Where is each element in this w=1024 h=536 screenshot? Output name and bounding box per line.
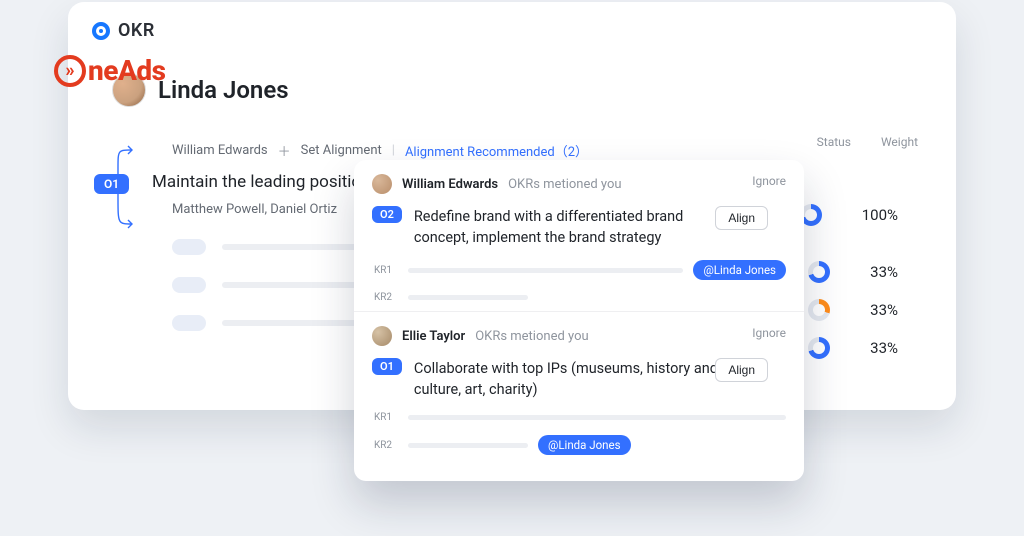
objective-pill: O2 bbox=[372, 206, 402, 223]
rec-user[interactable]: William Edwards bbox=[402, 177, 498, 192]
status-donut-icon[interactable] bbox=[808, 337, 830, 359]
alignment-recommendations-popover: William Edwards OKRs metioned you Ignore… bbox=[354, 160, 804, 481]
kr-text-placeholder bbox=[408, 295, 528, 300]
align-button[interactable]: Align bbox=[715, 206, 768, 230]
kr-tag: KR1 bbox=[374, 412, 398, 423]
plus-icon[interactable]: ＋ bbox=[278, 141, 291, 160]
alignment-recommended-link[interactable]: Alignment Recommended（2） bbox=[405, 141, 588, 160]
separator: | bbox=[392, 143, 395, 158]
recommendation-item: Ellie Taylor OKRs metioned you Ignore O1… bbox=[354, 312, 804, 463]
brand-icon-glyph: » bbox=[65, 60, 74, 81]
brand-text: neAds bbox=[88, 54, 166, 87]
mention-chip[interactable]: @Linda Jones bbox=[538, 435, 631, 455]
objective-owner[interactable]: William Edwards bbox=[172, 143, 268, 158]
ignore-button[interactable]: Ignore bbox=[752, 326, 786, 340]
kr-pill-placeholder bbox=[172, 239, 206, 255]
avatar bbox=[372, 174, 392, 194]
objective-weight: 100% bbox=[862, 206, 898, 224]
objective-meta: William Edwards ＋ Set Alignment | Alignm… bbox=[172, 141, 912, 160]
objective-pill: O1 bbox=[372, 358, 402, 375]
kr-text-placeholder bbox=[408, 415, 786, 420]
objective-metrics: 100% bbox=[800, 204, 898, 226]
recommendation-item: William Edwards OKRs metioned you Ignore… bbox=[354, 160, 804, 312]
kr-tag: KR2 bbox=[374, 440, 398, 451]
ignore-button[interactable]: Ignore bbox=[752, 174, 786, 188]
col-weight: Weight bbox=[881, 135, 918, 149]
profile-row: Linda Jones bbox=[112, 73, 932, 107]
kr-pill-placeholder bbox=[172, 315, 206, 331]
objective-pill: O1 bbox=[94, 174, 129, 194]
mention-chip[interactable]: @Linda Jones bbox=[693, 260, 786, 280]
rec-subtext: OKRs metioned you bbox=[508, 177, 621, 192]
rec-subtext: OKRs metioned you bbox=[475, 329, 588, 344]
set-alignment-link[interactable]: Set Alignment bbox=[301, 143, 382, 158]
kr-text-placeholder bbox=[408, 268, 683, 273]
brand-icon: » bbox=[54, 55, 86, 87]
profile-name: Linda Jones bbox=[158, 76, 289, 104]
app-title: OKR bbox=[118, 20, 155, 41]
kr-tag: KR2 bbox=[374, 292, 398, 303]
brand-watermark: » neAds bbox=[54, 54, 166, 87]
kr-pill-placeholder bbox=[172, 277, 206, 293]
align-button[interactable]: Align bbox=[715, 358, 768, 382]
columns-header: Status Weight bbox=[817, 135, 918, 149]
col-status: Status bbox=[817, 135, 851, 149]
avatar bbox=[372, 326, 392, 346]
okr-logo-icon bbox=[92, 22, 110, 40]
kr-tag: KR1 bbox=[374, 265, 398, 276]
row-weight: 33% bbox=[870, 339, 898, 357]
kr-text-placeholder bbox=[408, 443, 528, 448]
app-header: OKR bbox=[92, 20, 932, 41]
rec-user[interactable]: Ellie Taylor bbox=[402, 329, 465, 344]
